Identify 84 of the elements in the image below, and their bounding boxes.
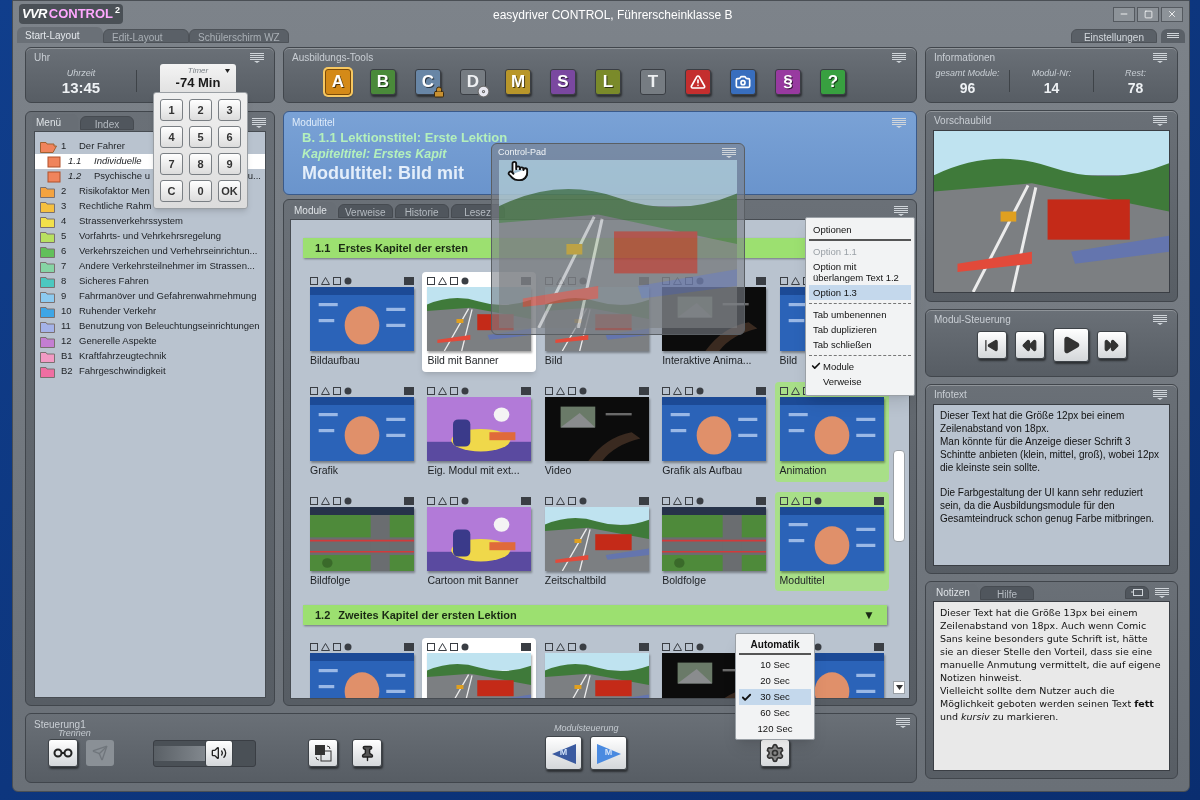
note-text: Vielleicht sollte dem Nutzer auch die Möglichkeit geboten werden seinen Text fett und kursiv zu markieren. (940, 684, 1155, 723)
menu-item-label: Verkehrszeichen und Verhehrseinrichtun... (79, 244, 258, 259)
menu-item-number: 9 (61, 289, 68, 304)
menu-title: Optionen (809, 221, 911, 242)
menu-item-number: B1 (61, 349, 74, 364)
panel-title: Ausbildungs-Tools (292, 51, 374, 65)
info-text: Man könnte für die Anzeige dieser Schrift 3 Schintte anbieten (klein, mittel, groß), wobei 12px die kleinste sein sollte. (940, 435, 1160, 474)
panel-title: Informationen (934, 51, 996, 65)
module-title: Cartoon mit Banner (427, 572, 519, 588)
module-title: Zeitschaltbild (544, 572, 607, 588)
stat-value: 14 (1043, 80, 1060, 95)
module-title: Bildaufbau (310, 353, 360, 368)
menu-item-number: 1 (61, 139, 68, 154)
clock-time: 13:45 (61, 80, 101, 96)
module-title: Bild (779, 353, 798, 368)
stat-label: Rest: (1125, 67, 1146, 81)
chapter-number: 1.2 (315, 608, 331, 623)
menu-title: Automatik (739, 636, 811, 655)
menu-item-label: Strassenverkehrssystem (79, 214, 183, 229)
menu-item-number: B2 (61, 364, 74, 379)
menu-item-number: 2 (61, 184, 68, 199)
module-title: Grafik als Aufbau (662, 462, 743, 478)
module-title: Interaktive Anima... (662, 353, 752, 368)
menu-item-label: Psychische u (94, 169, 150, 184)
timer-label: Timer (187, 66, 209, 76)
module-title: Eig. Modul mit ext... (427, 462, 520, 478)
stat-value: 96 (959, 80, 976, 95)
panel-title: Modultitel (292, 116, 335, 130)
chapter-title: Zweites Kapitel der ersten Lektion (338, 608, 517, 623)
lesson-title: B. 1.1 Lektionstitel: Erste Lektion (302, 130, 508, 146)
timer-value: -74 Min (175, 76, 221, 90)
menu-item-label: Benutzung von Beleuchtungseinrichtungen (79, 319, 260, 334)
panel-title: Infotext (934, 388, 967, 402)
menu-item-number: 8 (61, 274, 68, 289)
menu-item-number: 12 (61, 334, 73, 349)
menu-item-label: Fahrgeschwindigkeit (79, 364, 166, 379)
menu-item-label: Andere Verkehrsteilnehmer im Strassen... (79, 259, 255, 274)
module-title: Modultitel (779, 572, 825, 588)
menu-item-label: u... (247, 169, 261, 184)
menu-item-number: 1.1 (68, 154, 83, 169)
info-text: Die Farbgestaltung der UI kann sehr reduziert sein, da die Ausbildungsmodule für den Gesamteindruck schon genug Farbe mitbringen. (940, 486, 1155, 525)
module-title: Animation (779, 462, 827, 478)
stat-label: gesamt Module: (935, 67, 1000, 81)
module-title: Bild mit Banner (427, 353, 499, 368)
module-title: Bild (544, 353, 563, 368)
menu-item-label: Kraftfahrzeugtechnik (79, 349, 167, 364)
menu-item-number: 10 (61, 304, 73, 319)
menu-item-number: 6 (61, 244, 68, 259)
menu-item-label: Der Fahrer (79, 139, 125, 154)
menu-item-number: 11 (61, 319, 72, 334)
menu-item-number: 7 (61, 259, 68, 274)
panel-title: Uhr (34, 51, 51, 65)
window-title: easydriver CONTROL, Führerscheinklasse B (493, 7, 733, 24)
stat-label: Modul-Nr: (1031, 67, 1072, 81)
menu-item-label: Risikofaktor Men (79, 184, 150, 199)
stat-value: 78 (1127, 80, 1144, 95)
menu-item-label: Generelle Aspekte (79, 334, 157, 349)
chapter-title: Erstes Kapitel der ersten (338, 240, 468, 256)
panel-title: Steuerung1 (34, 718, 86, 730)
clock-label: Uhrzeit (66, 66, 96, 80)
module-title: Boldfolge (662, 572, 706, 588)
menu-item-number: 3 (61, 199, 68, 214)
panel-title: Modul-Steuerung (934, 313, 1011, 327)
panel-title: Vorschaubild (934, 114, 992, 128)
module-title: Bildfolge (310, 572, 351, 588)
module-title: Video (544, 462, 572, 478)
menu-item-label: Ruhender Verkehr (79, 304, 157, 319)
module-title-heading: Modultitel: Bild mit (302, 162, 464, 184)
info-text: Dieser Text hat die Größe 12px bei einem Zeilenabstand von 18px. (940, 409, 1126, 435)
app-logo: VVRCONTROL$^{2}$ (19, 4, 124, 24)
menu-item-number: 1.2 (68, 169, 83, 184)
menu-item-label: Rechtliche Rahm (79, 199, 152, 214)
menu-item-number: 5 (61, 229, 68, 244)
note-text: Dieser Text hat die Größe 13px bei einem Zeilenabstand von 18px. Auch wenn Comic Sans keine besonders gute Schrift ist, hätte sie an dieser Stelle den Vorteil, dass sie eine manuelle Anmutung vermittelt, die auf eigene Notizen hinweist. (940, 606, 1162, 684)
nav-label: Modulsteuerung (554, 722, 619, 735)
menu-item-label: Fahrmanöver und Gefahrenwahrnehmung (79, 289, 257, 304)
chapter-title: Kapiteltitel: Erstes Kapit (302, 146, 447, 162)
menu-item-label: Sicheres Fahren (79, 274, 149, 289)
chapter-number: 1.1 (315, 240, 331, 256)
panel-title: Control-Pad (498, 145, 547, 159)
menu-item-label: Vorfahrts- und Vehrkehrsregelung (79, 229, 222, 244)
menu-item-label: Individuelle (94, 154, 142, 169)
menu-item-number: 4 (61, 214, 68, 229)
module-title: Grafik (310, 462, 338, 478)
